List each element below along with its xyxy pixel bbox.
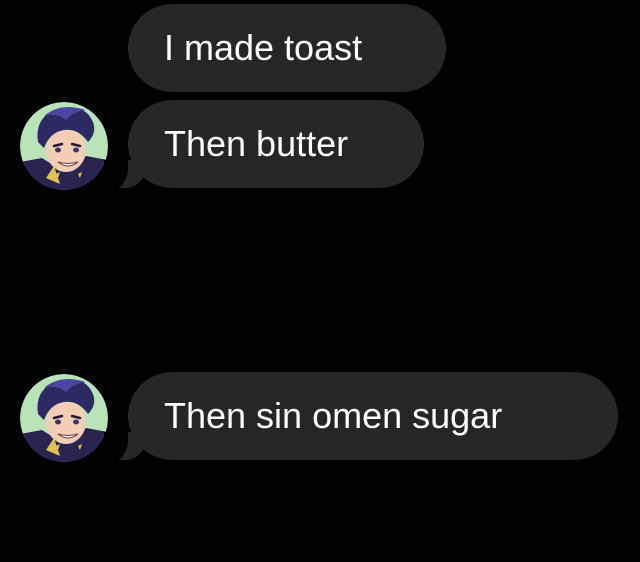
anime-character-avatar-icon	[20, 374, 108, 462]
message-text: I made toast	[164, 27, 363, 68]
anime-character-avatar-icon	[20, 102, 108, 190]
message-bubble[interactable]: Then butter	[104, 100, 424, 190]
contact-avatar[interactable]	[20, 374, 108, 462]
contact-avatar[interactable]	[20, 102, 108, 190]
message-bubble[interactable]: Then sin omen sugar	[104, 372, 618, 462]
message-bubble[interactable]: I made toast	[128, 4, 446, 92]
message-text: Then butter	[164, 123, 349, 164]
message-text: Then sin omen sugar	[164, 395, 503, 436]
